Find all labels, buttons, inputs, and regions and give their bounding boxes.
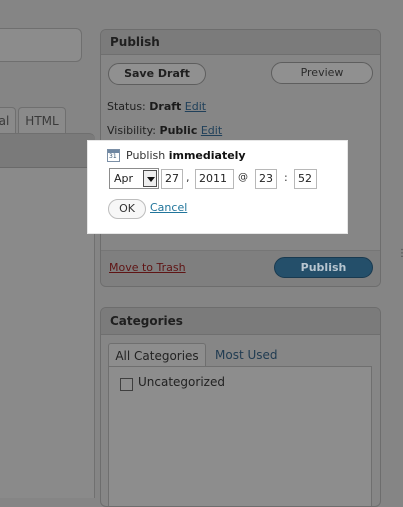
publish-button[interactable]: Publish [274,257,373,278]
month-select[interactable]: Apr [109,168,159,189]
publish-box-title: Publish [101,30,380,55]
visibility-line: Visibility: Public Edit [107,124,222,137]
month-value: Apr [114,172,134,185]
status-label: Status: [107,100,146,113]
tab-html[interactable]: HTML [18,107,66,134]
save-draft-button[interactable]: Save Draft [108,63,206,85]
at-separator: @ [238,172,248,183]
editor-body[interactable] [0,168,95,498]
time-separator: : [284,171,288,184]
hour-input[interactable]: 23 [255,169,277,189]
visibility-value: Public [159,124,198,137]
post-title-input[interactable] [0,28,82,62]
editor-tabs: al HTML [0,107,95,134]
timestamp-label: Publish [126,149,166,162]
chevron-down-icon[interactable] [143,170,157,187]
tab-all-categories[interactable]: All Categories [108,343,206,367]
editor-toolbar [0,133,95,168]
cancel-link[interactable]: Cancel [150,201,187,214]
year-input[interactable]: 2011 [195,169,234,189]
visibility-label: Visibility: [107,124,157,137]
status-edit-link[interactable]: Edit [185,100,206,113]
uncategorized-checkbox[interactable] [120,378,133,391]
minute-input[interactable]: 52 [294,169,317,189]
timestamp-editor: Publish immediately Apr 27 , 2011 @ 23 :… [87,140,348,234]
uncategorized-label[interactable]: Uncategorized [138,375,225,389]
visibility-edit-link[interactable]: Edit [201,124,222,137]
calendar-icon [107,149,120,162]
ok-button[interactable]: OK [108,199,146,219]
tab-most-used[interactable]: Most Used [215,343,295,367]
status-line: Status: Draft Edit [107,100,206,113]
tab-visual[interactable]: al [0,107,16,134]
status-value: Draft [149,100,182,113]
category-checklist: Uncategorized [108,366,372,506]
categories-title: Categories [101,308,380,335]
preview-button[interactable]: Preview [271,62,373,84]
move-to-trash-link[interactable]: Move to Trash [109,261,186,274]
categories-box: Categories All Categories Most Used Unca… [100,307,381,507]
resize-handle-icon[interactable]: ⋮ [397,247,403,261]
date-separator: , [186,171,190,184]
day-input[interactable]: 27 [161,169,183,189]
timestamp-value: immediately [168,149,246,162]
publish-timestamp-text: Publish immediately [126,149,246,162]
